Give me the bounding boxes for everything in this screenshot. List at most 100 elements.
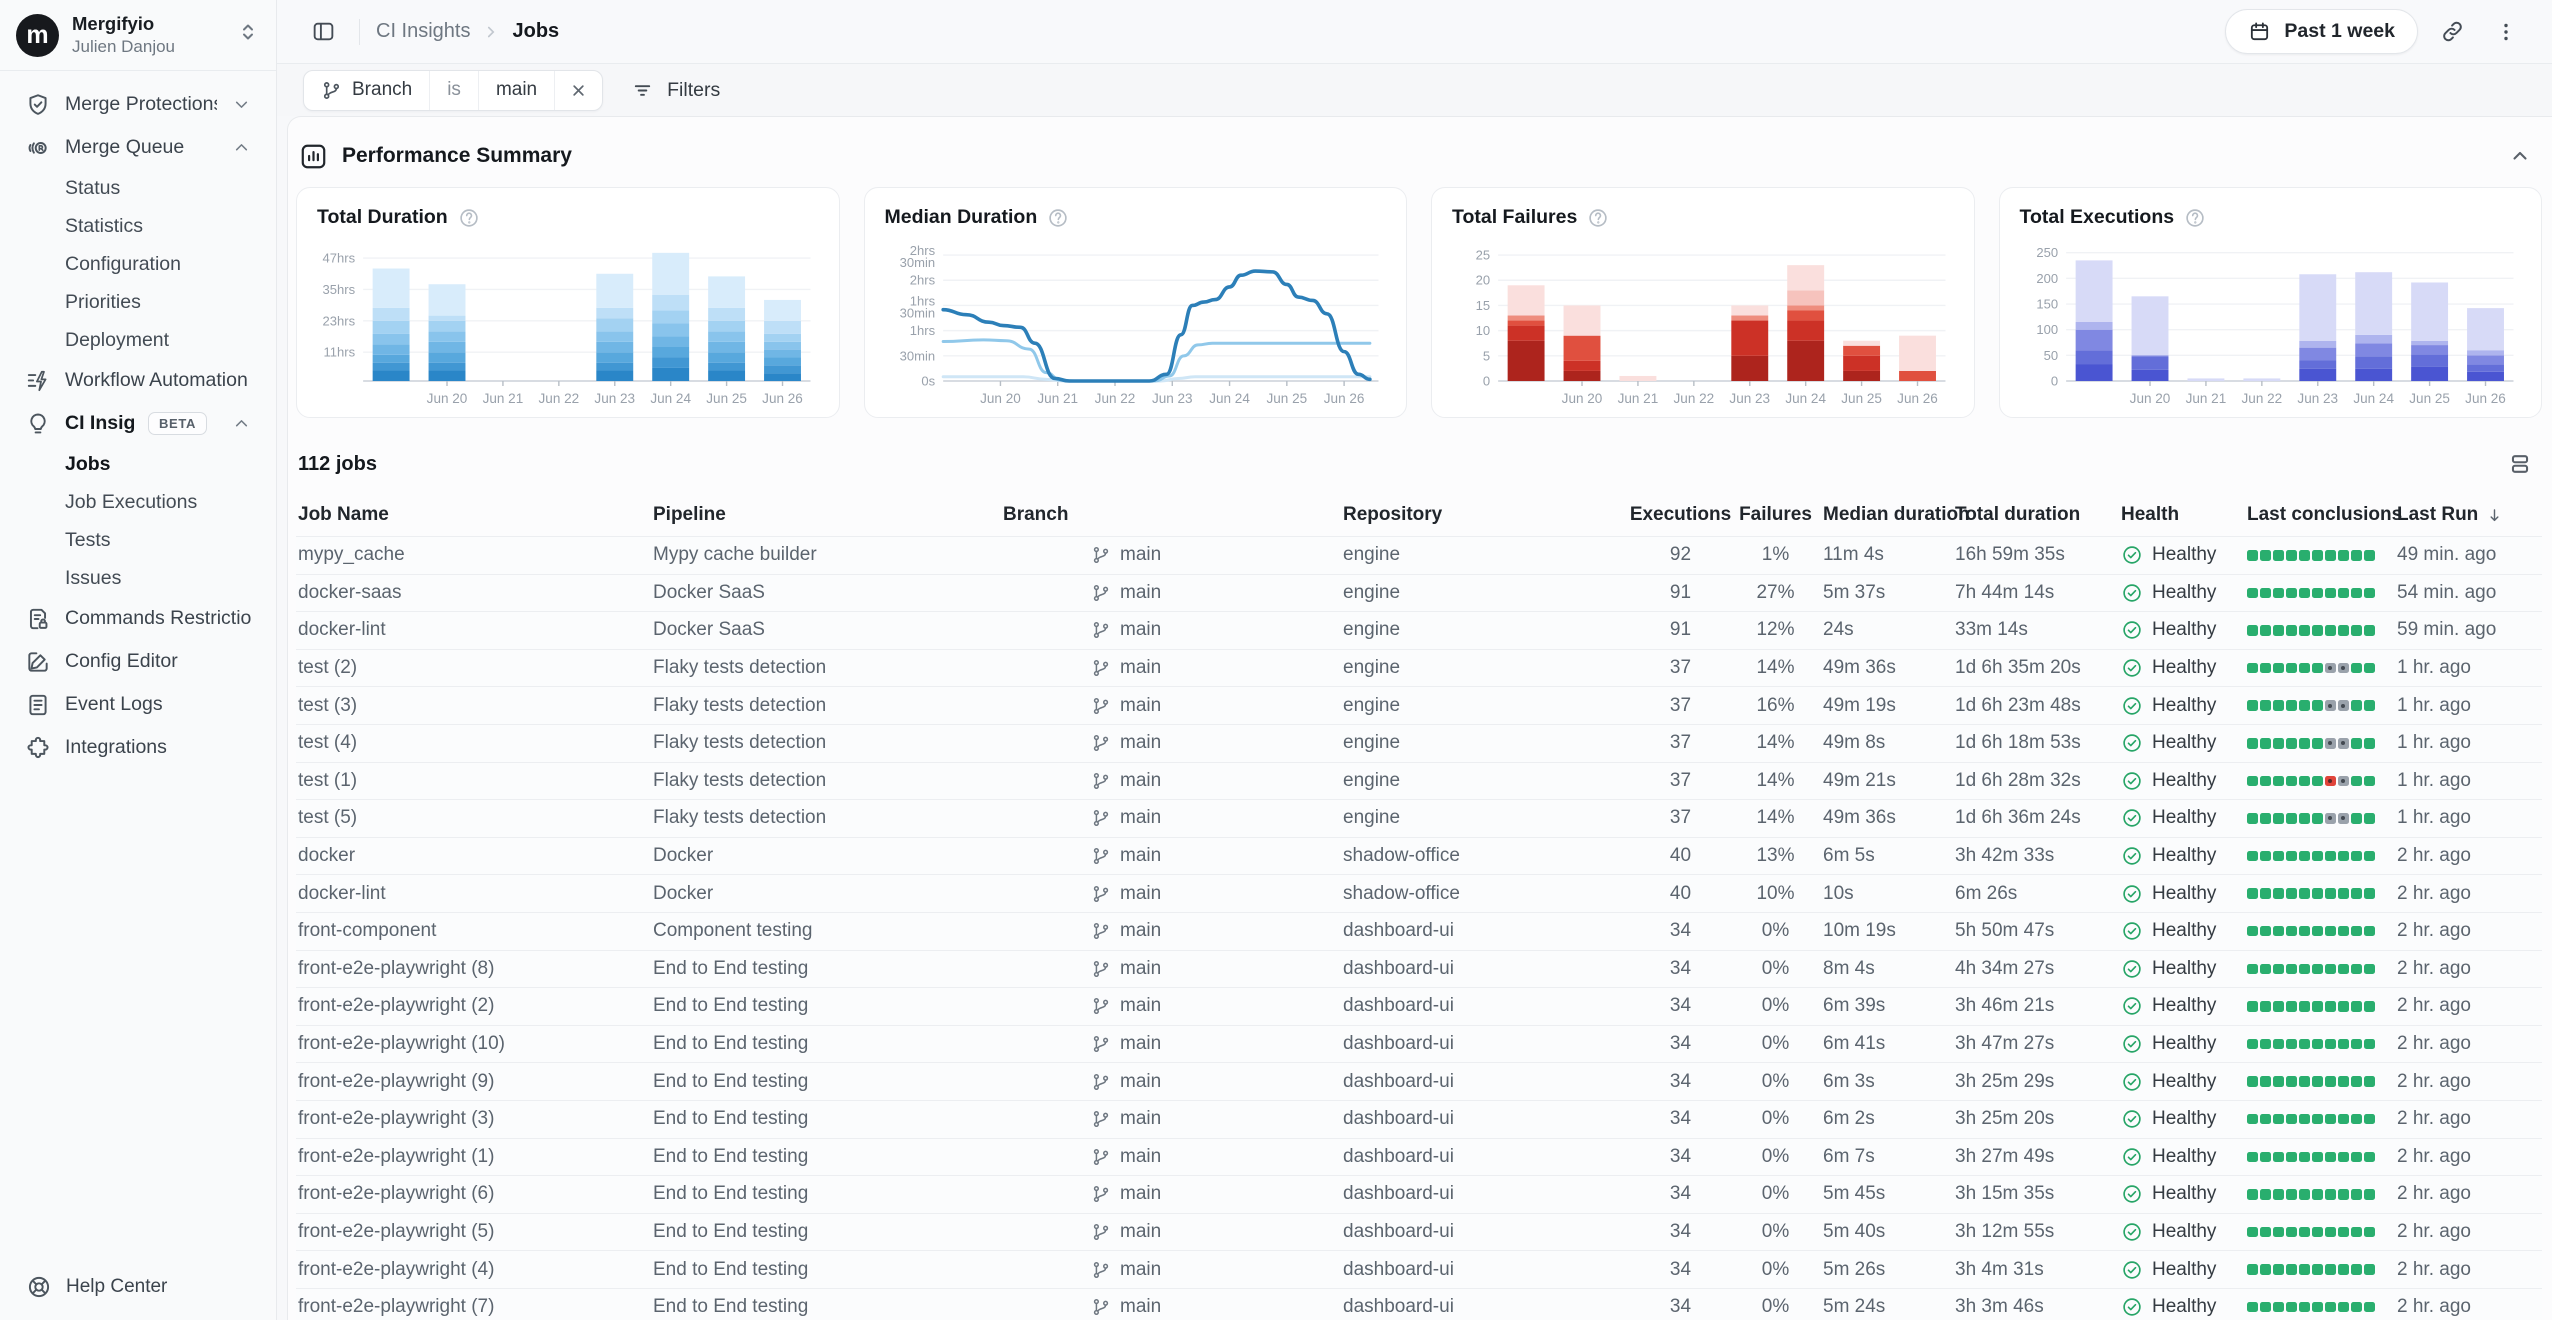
column-header-last-run[interactable]: Last Run xyxy=(2397,504,2540,526)
sidebar-item-configuration[interactable]: Configuration xyxy=(12,245,264,283)
table-row[interactable]: test (3)Flaky tests detectionmainengine3… xyxy=(296,686,2542,724)
check-circle-icon xyxy=(2121,695,2143,717)
table-row[interactable]: front-e2e-playwright (5)End to End testi… xyxy=(296,1213,2542,1251)
svg-text:5: 5 xyxy=(1483,348,1490,363)
column-header-branch[interactable]: Branch xyxy=(1003,504,1343,526)
conclusion-success xyxy=(2286,1264,2297,1275)
conclusion-success xyxy=(2338,1264,2349,1275)
column-header-last-conclusions[interactable]: Last conclusions xyxy=(2247,504,2397,526)
period-select-button[interactable]: Past 1 week xyxy=(2225,9,2418,54)
table-row[interactable]: test (1)Flaky tests detectionmainengine3… xyxy=(296,762,2542,800)
sidebar-item-statistics[interactable]: Statistics xyxy=(12,207,264,245)
cell-median-duration: 6m 7s xyxy=(1823,1146,1955,1168)
git-branch-icon xyxy=(1091,996,1111,1016)
sidebar-item-tests[interactable]: Tests xyxy=(12,521,264,559)
conclusion-success xyxy=(2325,1302,2336,1313)
table-row[interactable]: front-e2e-playwright (3)End to End testi… xyxy=(296,1100,2542,1138)
table-row[interactable]: test (2)Flaky tests detectionmainengine3… xyxy=(296,649,2542,687)
table-row[interactable]: front-e2e-playwright (8)End to End testi… xyxy=(296,950,2542,988)
cell-health: Healthy xyxy=(2121,619,2247,641)
column-header-job-name[interactable]: Job Name xyxy=(298,504,653,526)
summary-card-median-duration: Median Duration 0s30min1hrs1hrs30min2hrs… xyxy=(864,187,1408,418)
cell-pipeline: Docker xyxy=(653,845,1003,867)
sidebar-item-merge-protections[interactable]: Merge Protections xyxy=(12,83,264,126)
column-header-executions[interactable]: Executions xyxy=(1633,504,1728,526)
cell-failures: 0% xyxy=(1728,995,1823,1017)
panel-toggle-icon[interactable] xyxy=(303,12,343,52)
conclusion-success xyxy=(2351,1001,2362,1012)
column-header-repository[interactable]: Repository xyxy=(1343,504,1633,526)
cell-job-name: test (2) xyxy=(298,657,653,679)
cell-job-name: front-e2e-playwright (10) xyxy=(298,1033,653,1055)
sidebar-item-status[interactable]: Status xyxy=(12,169,264,207)
breadcrumb-ci-insights[interactable]: CI Insights xyxy=(376,20,470,43)
cell-health: Healthy xyxy=(2121,1296,2247,1318)
table-row[interactable]: dockerDockermainshadow-office4013%6m 5s3… xyxy=(296,837,2542,875)
sidebar-item-deployment[interactable]: Deployment xyxy=(12,321,264,359)
column-header-median-duration[interactable]: Median duration xyxy=(1823,504,1955,526)
sidebar-item-config-editor[interactable]: Config Editor xyxy=(12,640,264,683)
conclusion-success xyxy=(2312,700,2323,711)
cell-repository: dashboard-ui xyxy=(1343,1146,1633,1168)
sidebar-item-merge-queue[interactable]: Merge Queue xyxy=(12,126,264,169)
table-row[interactable]: front-e2e-playwright (2)End to End testi… xyxy=(296,987,2542,1025)
table-row[interactable]: front-e2e-playwright (6)End to End testi… xyxy=(296,1175,2542,1213)
column-header-pipeline[interactable]: Pipeline xyxy=(653,504,1003,526)
question-icon[interactable] xyxy=(2184,207,2206,229)
link-icon[interactable] xyxy=(2432,12,2472,52)
git-branch-icon xyxy=(1091,1184,1111,1204)
sidebar-item-jobs[interactable]: Jobs xyxy=(12,445,264,483)
sidebar-item-integrations[interactable]: Integrations xyxy=(12,726,264,769)
column-header-health[interactable]: Health xyxy=(2121,504,2247,526)
cell-last-run: 2 hr. ago xyxy=(2397,845,2540,867)
sidebar-item-help-center[interactable]: Help Center xyxy=(0,1254,276,1320)
cell-repository: dashboard-ui xyxy=(1343,920,1633,942)
table-row[interactable]: docker-saasDocker SaaSmainengine9127%5m … xyxy=(296,574,2542,612)
cell-job-name: front-component xyxy=(298,920,653,942)
filter-remove-button[interactable] xyxy=(555,71,602,110)
conclusion-success xyxy=(2351,926,2362,937)
table-row[interactable]: test (4)Flaky tests detectionmainengine3… xyxy=(296,724,2542,762)
conclusion-neutral xyxy=(2325,738,2336,749)
filters-button[interactable]: Filters xyxy=(631,79,720,102)
filter-field[interactable]: Branch xyxy=(304,71,430,110)
conclusion-success xyxy=(2338,926,2349,937)
table-row[interactable]: mypy_cacheMypy cache buildermainengine92… xyxy=(296,536,2542,574)
cell-last-run: 2 hr. ago xyxy=(2397,1183,2540,1205)
table-row[interactable]: front-e2e-playwright (1)End to End testi… xyxy=(296,1138,2542,1176)
kebab-menu-icon[interactable] xyxy=(2486,12,2526,52)
question-icon[interactable] xyxy=(1587,207,1609,229)
question-icon[interactable] xyxy=(1047,207,1069,229)
table-row[interactable]: front-e2e-playwright (9)End to End testi… xyxy=(296,1062,2542,1100)
sidebar-item-ci-insights[interactable]: CI InsightsBETA xyxy=(12,402,264,445)
cell-last-run: 2 hr. ago xyxy=(2397,1108,2540,1130)
org-switcher[interactable]: m Mergifyio Julien Danjou xyxy=(0,0,276,71)
chevron-up-icon[interactable] xyxy=(2500,136,2540,176)
filter-value[interactable]: main xyxy=(479,71,555,110)
cell-repository: dashboard-ui xyxy=(1343,1071,1633,1093)
rows-view-icon[interactable] xyxy=(2500,444,2540,484)
filter-operator[interactable]: is xyxy=(430,71,479,110)
table-row[interactable]: front-componentComponent testingmaindash… xyxy=(296,912,2542,950)
table-row[interactable]: docker-lintDockermainshadow-office4010%1… xyxy=(296,874,2542,912)
sidebar-item-issues[interactable]: Issues xyxy=(12,559,264,597)
question-icon[interactable] xyxy=(458,207,480,229)
sidebar-item-commands-restrictions[interactable]: Commands Restrictions xyxy=(12,597,264,640)
sidebar-item-priorities[interactable]: Priorities xyxy=(12,283,264,321)
conclusion-success xyxy=(2364,1302,2375,1313)
table-row[interactable]: test (5)Flaky tests detectionmainengine3… xyxy=(296,799,2542,837)
column-header-failures[interactable]: Failures xyxy=(1728,504,1823,526)
cell-last-run: 2 hr. ago xyxy=(2397,1296,2540,1318)
sidebar-item-event-logs[interactable]: Event Logs xyxy=(12,683,264,726)
table-row[interactable]: front-e2e-playwright (10)End to End test… xyxy=(296,1025,2542,1063)
sidebar-item-workflow-automation[interactable]: Workflow Automation xyxy=(12,359,264,402)
cell-total-duration: 5h 50m 47s xyxy=(1955,920,2121,942)
column-header-total-duration[interactable]: Total duration xyxy=(1955,504,2121,526)
svg-text:0: 0 xyxy=(1483,374,1490,389)
table-row[interactable]: front-e2e-playwright (7)End to End testi… xyxy=(296,1288,2542,1320)
table-row[interactable]: front-e2e-playwright (4)End to End testi… xyxy=(296,1250,2542,1288)
cell-median-duration: 6m 41s xyxy=(1823,1033,1955,1055)
svg-text:0: 0 xyxy=(2050,374,2057,389)
sidebar-item-job-executions[interactable]: Job Executions xyxy=(12,483,264,521)
table-row[interactable]: docker-lintDocker SaaSmainengine9112%24s… xyxy=(296,611,2542,649)
